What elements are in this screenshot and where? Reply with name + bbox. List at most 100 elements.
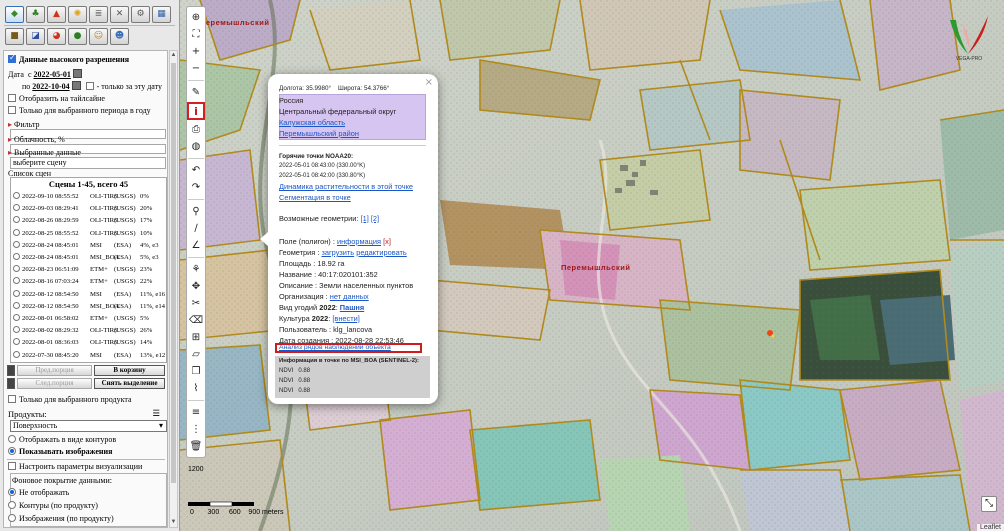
scene-radio[interactable] [13,289,20,297]
show-images-row[interactable]: Показывать изображения [8,447,164,456]
tile-checkbox[interactable] [8,94,16,102]
next-arrow-button[interactable] [7,378,15,389]
scene-radio[interactable] [13,216,20,224]
field-delete-link[interactable]: [x] [383,237,391,246]
chart-icon[interactable]: ⌇ [188,381,204,396]
zoom-out-icon[interactable]: − [188,61,204,76]
person-walk-icon[interactable]: ⚘ [188,262,204,277]
product-select[interactable]: Поверхность [10,420,167,432]
admin-region-link[interactable]: Калужская область [279,118,345,127]
clear-selection-button[interactable]: Снять выделение [94,378,165,389]
scene-row[interactable]: 2022-08-26 08:29:59 OLI-TIRS(USGS) 17% [13,216,162,227]
scene-radio[interactable] [13,338,20,346]
fire-tab-icon[interactable]: ▲ [47,6,66,23]
person-tab-icon[interactable]: ☺ [89,28,108,45]
scene-radio[interactable] [13,240,20,248]
scene-radio[interactable] [13,253,20,260]
period-checkbox[interactable] [8,106,16,114]
layers-tab-icon[interactable]: ◆ [5,6,24,23]
layers-stack-tab-icon[interactable]: ≣ [89,6,108,23]
scroll-thumb[interactable] [171,63,176,483]
scene-radio[interactable] [13,228,20,236]
scene-row[interactable]: 2022-08-24 08:45:01 MSI_BOA(ESA) 5%, e3 [13,253,162,264]
zoom-in-icon[interactable]: + [188,44,204,59]
field-info-link[interactable]: информация [337,237,381,246]
calendar-to-icon[interactable] [71,81,81,90]
scene-row[interactable]: 2022-08-12 08:54:50 MSI (ESA) 11%, e16 [13,289,165,301]
expand-icon[interactable]: ⤡ [981,496,997,512]
prev-page-button[interactable]: Пред.порция [17,365,92,376]
sun-tab-icon[interactable]: ✺ [68,6,87,23]
geometry-load-link[interactable]: загрузить [321,248,354,257]
selected-input[interactable]: выберите сцену [10,157,166,169]
tools-tab-icon[interactable]: ✕ [110,6,129,23]
scene-radio[interactable] [13,277,20,285]
sidebar-scrollbar[interactable]: ▲ ▼ [169,50,178,528]
bg-none-radio[interactable] [8,488,16,496]
high-res-row[interactable]: Данные высокого разрешения [8,53,164,64]
landuse-link[interactable]: Пашня [340,303,364,312]
dynamics-link[interactable]: Динамика растительности в этой точке [279,182,413,191]
scene-row[interactable]: 2022-08-01 06:58:02 ETM+ (USGS) 5% [13,314,162,325]
scene-radio[interactable] [13,301,20,309]
only-selected-row[interactable]: Только для выбранного продукта [8,395,164,404]
geometry-1-link[interactable]: [1] [361,214,369,223]
scene-radio[interactable] [13,192,20,199]
scene-row[interactable]: 2022-09-03 08:29:41 OLI-TIRS(USGS) 20% [13,204,162,215]
bg-contours-radio[interactable] [8,501,16,509]
close-icon[interactable]: × [425,77,433,88]
undo-icon[interactable]: ↶ [188,163,204,178]
marker-icon[interactable]: ⚲ [188,204,204,219]
leaflet-attribution[interactable]: Leaflet [976,524,1004,531]
pie-tab-icon[interactable]: ◕ [47,28,66,45]
move-icon[interactable]: ✥ [188,279,204,294]
scene-radio[interactable] [13,204,20,212]
prev-arrow-button[interactable] [7,365,15,376]
list-icon[interactable]: ≡ [188,405,204,420]
gear-tab-icon[interactable]: ⚙ [131,6,150,23]
organization-link[interactable]: нет данных [330,292,369,301]
split-icon[interactable]: ✂ [188,296,204,311]
scene-row[interactable]: 2022-08-12 08:54:50 MSI_BOA(ESA) 11%, e14 [13,301,165,313]
globe-tab-icon[interactable]: ● [68,28,87,45]
redo-icon[interactable]: ↷ [188,180,204,195]
bg-contours-row[interactable]: Контуры (по продукту) [8,501,164,510]
bg-images-radio[interactable] [8,514,16,522]
scene-row[interactable]: 2022-07-30 08:45:20 MSI (ESA) 13%, e12 [13,350,165,362]
globe-icon[interactable]: ⊕ [188,10,204,25]
admin-area-link[interactable]: Перемышльский район [279,129,359,138]
table-tab-icon[interactable]: ▦ [152,6,171,23]
scene-row[interactable]: 2022-08-24 08:45:01 MSI (ESA) 4%, e3 [13,240,162,252]
copy-icon[interactable]: ❐ [188,364,204,379]
date-to[interactable]: 2022-10-04 [32,82,69,91]
scene-row[interactable]: 2022-08-02 08:29:32 OLI-TIRS(USGS) 26% [13,326,162,337]
scene-row[interactable]: 2022-08-01 08:36:03 OLI-TIRS(USGS) 14% [13,338,162,349]
scroll-up-icon[interactable]: ▲ [170,51,177,60]
viz-params-checkbox[interactable] [8,462,16,470]
tree-tab-icon[interactable]: ♣ [26,6,45,23]
bg-images-row[interactable]: Изображения (по продукту) [8,514,164,523]
ruler-icon[interactable]: ✎ [188,85,204,100]
date-from[interactable]: 2022-05-01 [34,70,71,79]
paint-icon[interactable]: ▱ [188,347,204,362]
next-page-button[interactable]: След.порция [17,378,92,389]
culture-link[interactable]: [внести] [332,314,359,323]
scene-radio[interactable] [13,326,20,334]
scroll-down-icon[interactable]: ▼ [170,518,177,527]
eraser-icon[interactable]: ⌫ [188,313,204,328]
trash-icon[interactable]: 🗑 [188,439,204,454]
viz-params-row[interactable]: Настроить параметры визуализации [8,462,164,471]
segmentation-link[interactable]: Сегментация в точке [279,193,351,202]
scene-row[interactable]: 2022-08-23 06:51:09 ETM+ (USGS) 23% [13,265,162,276]
only-this-date-checkbox[interactable] [85,82,94,90]
info-icon[interactable]: i [187,102,205,120]
to-cart-button[interactable]: В корзину [94,365,165,376]
tile-row[interactable]: Отобразить на тайлсайне [8,94,164,103]
only-selected-checkbox[interactable] [8,395,16,403]
satellite-tab-icon[interactable]: ◪ [26,28,45,45]
bg-none-row[interactable]: Не отображать [8,488,164,497]
show-contours-row[interactable]: Отображать в виде контуров [8,435,164,444]
field-tab-icon[interactable]: ■ [5,28,24,45]
layers-circle-icon[interactable]: ◍ [188,139,204,154]
scene-list[interactable]: Сцены 1-45, всего 45 2022-09-10 08:55:52… [10,177,167,363]
